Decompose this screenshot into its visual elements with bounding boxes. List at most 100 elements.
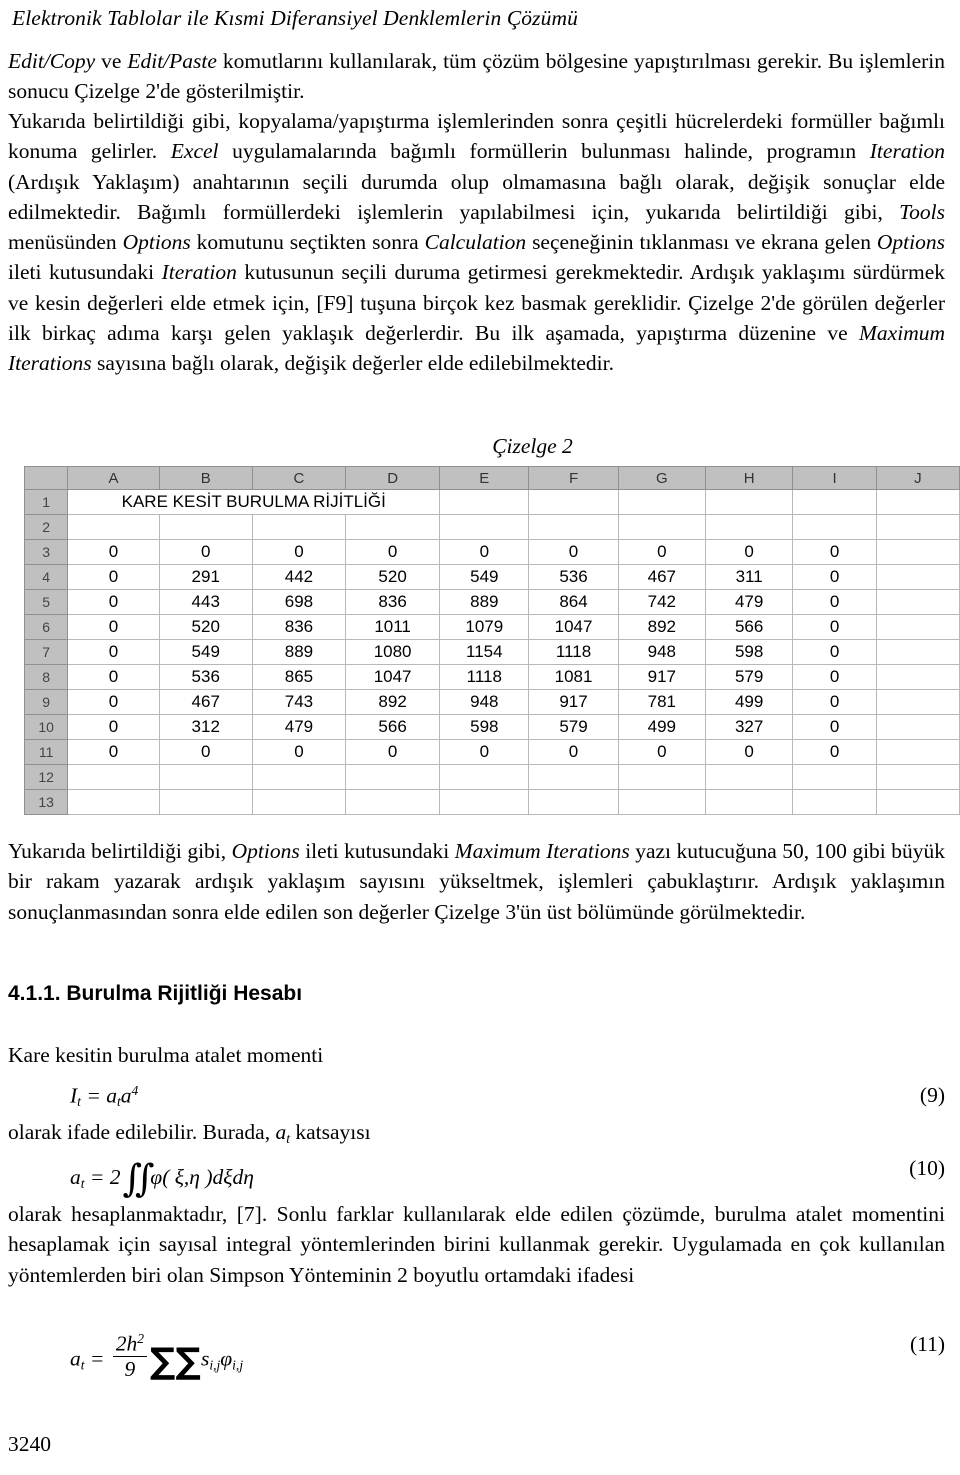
row-header-10[interactable]: 10 [23,714,69,740]
cell-e8[interactable]: 1118 [439,664,530,690]
cell-e6[interactable]: 1079 [439,614,530,640]
cell-h1[interactable] [704,489,794,515]
column-header-b[interactable]: B [158,466,253,490]
cell-g12[interactable] [617,764,706,790]
cell-f12[interactable] [528,764,619,790]
cell-d4[interactable]: 520 [345,564,441,590]
cell-j1[interactable] [875,489,960,515]
cell-d13[interactable] [345,789,441,815]
cell-h9[interactable]: 499 [704,689,794,715]
cell-b10[interactable]: 312 [158,714,253,740]
cell-h4[interactable]: 311 [704,564,794,590]
cell-d11[interactable]: 0 [345,739,441,765]
cell-g1[interactable] [617,489,706,515]
cell-a7[interactable]: 0 [67,639,160,665]
cell-a10[interactable]: 0 [67,714,160,740]
cell-d3[interactable]: 0 [345,539,441,565]
cell-i6[interactable]: 0 [792,614,877,640]
cell-a4[interactable]: 0 [67,564,160,590]
cell-f7[interactable]: 1118 [528,639,619,665]
cell-j6[interactable] [875,614,960,640]
cell-i13[interactable] [792,789,877,815]
cell-g6[interactable]: 892 [617,614,706,640]
cell-b11[interactable]: 0 [158,739,253,765]
cell-j4[interactable] [875,564,960,590]
cell-g5[interactable]: 742 [617,589,706,615]
cell-i5[interactable]: 0 [792,589,877,615]
row-header-7[interactable]: 7 [23,639,69,665]
cell-f2[interactable] [528,514,619,540]
cell-e3[interactable]: 0 [439,539,530,565]
cell-a13[interactable] [67,789,160,815]
cell-j8[interactable] [875,664,960,690]
cell-i9[interactable]: 0 [792,689,877,715]
cell-h7[interactable]: 598 [704,639,794,665]
cell-j5[interactable] [875,589,960,615]
cell-d9[interactable]: 892 [345,689,441,715]
cell-j10[interactable] [875,714,960,740]
cell-i1[interactable] [792,489,877,515]
cell-h13[interactable] [704,789,794,815]
cell-f1[interactable] [528,489,619,515]
row-header-12[interactable]: 12 [23,764,69,790]
cell-h10[interactable]: 327 [704,714,794,740]
cell-i3[interactable]: 0 [792,539,877,565]
cell-b2[interactable] [158,514,253,540]
column-header-d[interactable]: D [345,466,441,490]
cell-i11[interactable]: 0 [792,739,877,765]
cell-b5[interactable]: 443 [158,589,253,615]
column-header-f[interactable]: F [528,466,619,490]
cell-g9[interactable]: 781 [617,689,706,715]
cell-i4[interactable]: 0 [792,564,877,590]
cell-g3[interactable]: 0 [617,539,706,565]
cell-a5[interactable]: 0 [67,589,160,615]
cell-h8[interactable]: 579 [704,664,794,690]
cell-h6[interactable]: 566 [704,614,794,640]
cell-a2[interactable] [67,514,160,540]
cell-g13[interactable] [617,789,706,815]
cell-e2[interactable] [439,514,530,540]
column-header-h[interactable]: H [704,466,794,490]
cell-a6[interactable]: 0 [67,614,160,640]
cell-j12[interactable] [875,764,960,790]
cell-h5[interactable]: 479 [704,589,794,615]
column-header-i[interactable]: I [792,466,877,490]
cell-i7[interactable]: 0 [792,639,877,665]
cell-b7[interactable]: 549 [158,639,253,665]
column-header-a[interactable]: A [67,466,160,490]
cell-b4[interactable]: 291 [158,564,253,590]
row-header-5[interactable]: 5 [23,589,69,615]
cell-h3[interactable]: 0 [704,539,794,565]
cell-a8[interactable]: 0 [67,664,160,690]
cell-i12[interactable] [792,764,877,790]
cell-c8[interactable]: 865 [251,664,347,690]
cell-e1[interactable] [439,489,530,515]
cell-e10[interactable]: 598 [439,714,530,740]
cell-g10[interactable]: 499 [617,714,706,740]
cell-j13[interactable] [875,789,960,815]
cell-d7[interactable]: 1080 [345,639,441,665]
cell-e12[interactable] [439,764,530,790]
cell-h12[interactable] [704,764,794,790]
cell-e4[interactable]: 549 [439,564,530,590]
cell-d12[interactable] [345,764,441,790]
cell-d10[interactable]: 566 [345,714,441,740]
cell-c10[interactable]: 479 [251,714,347,740]
cell-f4[interactable]: 536 [528,564,619,590]
cell-f11[interactable]: 0 [528,739,619,765]
cell-d6[interactable]: 1011 [345,614,441,640]
cell-c4[interactable]: 442 [251,564,347,590]
cell-j7[interactable] [875,639,960,665]
cell-b8[interactable]: 536 [158,664,253,690]
cell-a1-title[interactable]: KARE KESİT BURULMA RİJİTLİĞİ [67,489,441,515]
cell-c3[interactable]: 0 [251,539,347,565]
cell-c2[interactable] [251,514,347,540]
column-header-e[interactable]: E [439,466,530,490]
row-header-1[interactable]: 1 [23,489,69,515]
column-header-j[interactable]: J [875,466,960,490]
cell-a9[interactable]: 0 [67,689,160,715]
cell-f10[interactable]: 579 [528,714,619,740]
row-header-3[interactable]: 3 [23,539,69,565]
cell-j9[interactable] [875,689,960,715]
cell-g7[interactable]: 948 [617,639,706,665]
